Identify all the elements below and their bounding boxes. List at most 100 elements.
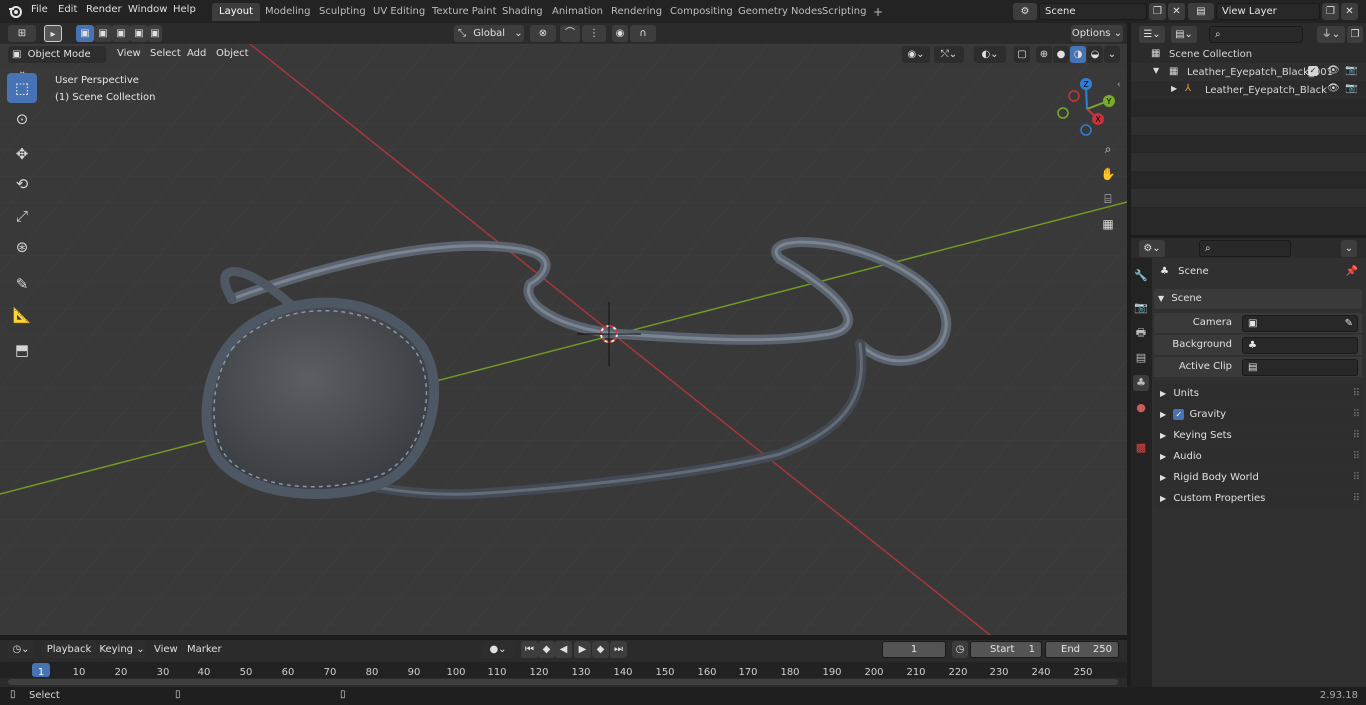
pin-icon[interactable]: 📌 — [1346, 262, 1358, 282]
object-mode-dropdown[interactable]: ▣ Object Mode ⌄ — [8, 46, 106, 77]
pivot-point-icon[interactable]: ⊗ — [530, 25, 556, 42]
outliner-editor-icon[interactable]: ☰⌄ — [1139, 26, 1165, 43]
tab-rendering[interactable]: Rendering — [604, 3, 669, 21]
eyedropper-icon[interactable]: ✎ — [1345, 316, 1353, 331]
playback-dropdown[interactable]: Playback ⌄ — [42, 641, 96, 672]
outliner-search-input[interactable]: ⌕ — [1209, 26, 1303, 43]
camera-icon[interactable]: 📷 — [1345, 65, 1357, 76]
properties-options-icon[interactable]: ⌄ — [1341, 240, 1357, 257]
auto-keying-icon[interactable]: ●⌄ — [481, 641, 515, 658]
background-scene-field[interactable]: ♣ — [1242, 337, 1358, 354]
delete-scene-icon[interactable]: ✕ — [1168, 3, 1185, 20]
preview-range-icon[interactable]: ◷ — [952, 641, 968, 658]
select-tool-icon[interactable]: ▸ — [44, 25, 62, 42]
editor-type-icon[interactable]: ⊞ — [8, 25, 36, 42]
select-box-tool-icon[interactable]: ⬚ — [7, 73, 37, 103]
snap-target-icon[interactable]: ⋮ — [582, 25, 606, 42]
select-extend-icon[interactable]: ▣ — [94, 25, 112, 42]
new-scene-icon[interactable]: ❐ — [1149, 3, 1166, 20]
view-layer-field[interactable]: View Layer — [1216, 3, 1320, 20]
annotate-tool-icon[interactable]: ✎ — [7, 269, 37, 299]
tab-animation[interactable]: Animation — [545, 3, 610, 21]
scene-tab-icon[interactable]: ♣ — [1133, 375, 1149, 391]
jump-start-icon[interactable]: ⏮ — [521, 641, 538, 658]
timeline-editor-icon[interactable]: ◷⌄ — [8, 641, 34, 658]
solid-shading-icon[interactable]: ● — [1053, 46, 1069, 63]
render-tab-icon[interactable]: 📷 — [1133, 300, 1149, 316]
rotate-tool-icon[interactable]: ⟲ — [7, 169, 37, 199]
transform-tool-icon[interactable]: ⊛ — [7, 232, 37, 262]
camera-icon[interactable]: 📷 — [1345, 83, 1357, 94]
outliner-row[interactable]: ▶ ⅄ Leather_Eyepatch_Black 👁 📷 — [1131, 81, 1366, 99]
menu-edit[interactable]: Edit — [58, 4, 77, 15]
view-layer-tab-icon[interactable]: ▤ — [1133, 350, 1149, 366]
viewport-scene[interactable] — [0, 44, 1127, 635]
proportional-edit-icon[interactable]: ◉ — [612, 25, 628, 42]
new-view-layer-icon[interactable]: ❐ — [1322, 3, 1339, 20]
blender-logo-icon[interactable] — [8, 4, 23, 19]
material-shading-icon[interactable]: ◑ — [1070, 46, 1086, 63]
exclude-checkbox[interactable]: ✓ — [1308, 66, 1318, 76]
outliner-row[interactable]: ▦ Scene Collection — [1131, 45, 1366, 63]
keying-dropdown[interactable]: Keying ⌄ — [98, 641, 146, 658]
scene-name-field[interactable]: Scene — [1039, 3, 1147, 20]
zoom-icon[interactable]: ⌕ — [1098, 142, 1118, 162]
eye-icon[interactable]: 👁 — [1327, 83, 1340, 94]
camera-view-icon[interactable]: ⌸ — [1098, 192, 1118, 212]
tab-modeling[interactable]: Modeling — [258, 3, 318, 21]
navigation-gizmo[interactable]: Z Y X — [1052, 74, 1122, 144]
new-collection-icon[interactable]: ❐ — [1347, 26, 1363, 43]
drag-handle-icon[interactable]: ⠿ — [1353, 384, 1360, 404]
keying-sets-panel-header[interactable]: ▶ Keying Sets ⠿ — [1154, 426, 1362, 446]
world-tab-icon[interactable]: ● — [1133, 400, 1149, 416]
menu-render[interactable]: Render — [86, 4, 122, 15]
add-workspace-button[interactable]: + — [866, 3, 890, 21]
tab-sculpting[interactable]: Sculpting — [312, 3, 373, 21]
tab-shading[interactable]: Shading — [495, 3, 550, 21]
menu-window[interactable]: Window — [128, 4, 167, 15]
transform-orientation-dropdown[interactable]: ⤡ Global ⌄ — [454, 25, 524, 42]
timeline-scrollbar[interactable] — [8, 679, 1118, 685]
snap-toggle-icon[interactable]: ⌒ — [560, 25, 580, 42]
outliner-row[interactable]: ▼ ▦ Leather_Eyepatch_Black_001 ✓ 👁 📷 — [1131, 63, 1366, 81]
jump-next-keyframe-icon[interactable]: ◆ — [592, 641, 609, 658]
tool-tab-icon[interactable]: 🔧 — [1133, 268, 1149, 284]
add-cube-tool-icon[interactable]: ⬒ — [7, 335, 37, 365]
cursor-tool-icon[interactable]: ⊙ — [7, 104, 37, 134]
wireframe-shading-icon[interactable]: ⊕ — [1036, 46, 1052, 63]
drag-handle-icon[interactable]: ⠿ — [1353, 426, 1360, 446]
sidebar-toggle-icon[interactable]: ‹ — [1117, 80, 1121, 90]
select-subtract-icon[interactable]: ▣ — [112, 25, 130, 42]
start-frame-field[interactable]: Start 1 — [970, 641, 1042, 658]
jump-prev-keyframe-icon[interactable]: ◆ — [538, 641, 555, 658]
overlays-toggle-icon[interactable]: ◐⌄ — [974, 46, 1006, 63]
viewport-menu-add[interactable]: Add — [187, 48, 206, 59]
options-button[interactable]: Options ⌄ — [1071, 25, 1123, 42]
scene-section-header[interactable]: ▼ Scene — [1154, 289, 1362, 309]
viewport-menu-view[interactable]: View — [117, 48, 141, 59]
timeline-menu-marker[interactable]: Marker — [187, 644, 222, 655]
output-tab-icon[interactable]: 🖶 — [1133, 325, 1149, 341]
view-layer-icon[interactable]: ▤ — [1188, 3, 1214, 20]
gizmo-toggle-icon[interactable]: ⤲⌄ — [934, 46, 964, 63]
viewport-menu-object[interactable]: Object — [216, 48, 249, 59]
camera-field[interactable]: ▣ ✎ — [1242, 315, 1358, 332]
drag-handle-icon[interactable]: ⠿ — [1353, 489, 1360, 509]
visibility-toggle-icon[interactable]: ◉⌄ — [902, 46, 930, 63]
drag-handle-icon[interactable]: ⠿ — [1353, 405, 1360, 425]
tab-compositing[interactable]: Compositing — [663, 3, 740, 21]
properties-editor-icon[interactable]: ⚙⌄ — [1139, 240, 1165, 257]
select-intersect-icon[interactable]: ▣ — [148, 25, 162, 42]
scene-selector-icon[interactable]: ⚙ — [1013, 3, 1037, 20]
timeline-menu-view[interactable]: View — [154, 644, 178, 655]
measure-tool-icon[interactable]: 📐 — [7, 300, 37, 330]
shading-options-icon[interactable]: ⌄ — [1104, 46, 1120, 63]
delete-view-layer-icon[interactable]: ✕ — [1341, 3, 1358, 20]
drag-handle-icon[interactable]: ⠿ — [1353, 468, 1360, 488]
tab-scripting[interactable]: Scripting — [815, 3, 873, 21]
properties-search-input[interactable]: ⌕ — [1199, 240, 1291, 257]
gravity-checkbox[interactable]: ✓ — [1173, 408, 1185, 420]
eyepatch-patch[interactable] — [201, 297, 439, 499]
xray-toggle-icon[interactable]: ▢ — [1014, 46, 1030, 63]
texture-tab-icon[interactable]: ▩ — [1133, 440, 1149, 456]
